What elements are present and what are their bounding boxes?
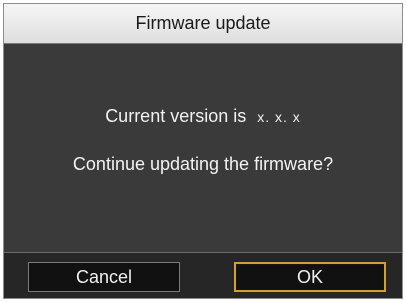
version-value: x. x. x bbox=[257, 109, 301, 125]
dialog-title: Firmware update bbox=[135, 13, 271, 33]
ok-button[interactable]: OK bbox=[234, 262, 386, 292]
continue-question: Continue updating the firmware? bbox=[72, 154, 334, 174]
dialog-title-bar: Firmware update bbox=[4, 4, 402, 44]
cancel-button[interactable]: Cancel bbox=[28, 262, 180, 292]
firmware-update-dialog: Firmware update Current version is x. x.… bbox=[3, 3, 403, 299]
version-prefix-text: Current version is bbox=[105, 106, 247, 126]
dialog-footer: Cancel OK bbox=[4, 252, 402, 298]
current-version-line: Current version is x. x. x bbox=[4, 106, 402, 127]
